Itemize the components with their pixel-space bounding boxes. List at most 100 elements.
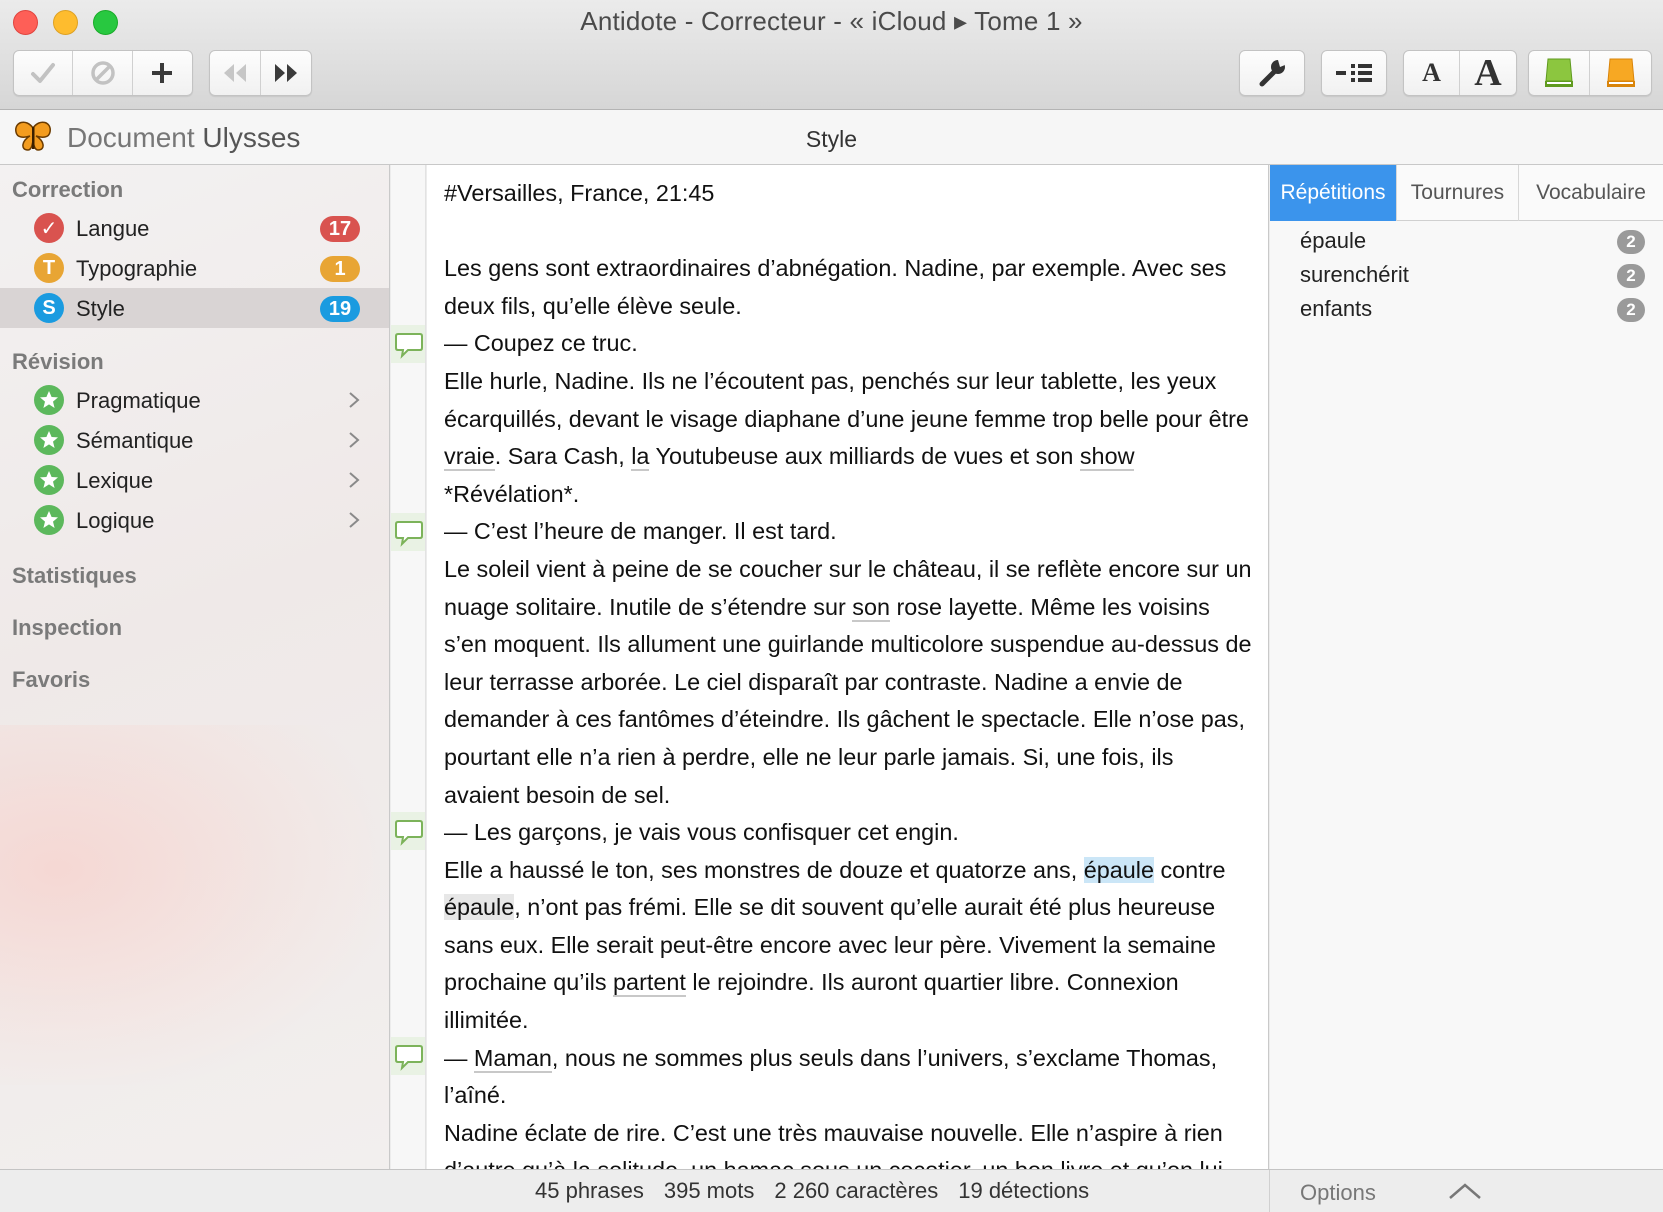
repetition-highlight-epaule[interactable]: épaule	[444, 894, 515, 921]
word-count: 395 mots	[663, 1178, 755, 1203]
sidebar-item-typographie[interactable]: T Typographie 1	[0, 248, 389, 288]
phrase-count: 45 phrases	[535, 1178, 644, 1203]
outline-group	[1321, 50, 1387, 96]
fast-forward-icon	[274, 64, 297, 82]
document-prefix: Document	[67, 122, 195, 153]
sidebar-item-style[interactable]: S Style 19	[0, 288, 389, 328]
sidebar-heading-favoris[interactable]: Favoris	[12, 667, 90, 693]
tab-vocabulaire[interactable]: Vocabulaire	[1519, 165, 1663, 221]
panel-tabs: Répétitions Tournures Vocabulaire	[1270, 165, 1663, 221]
list-item[interactable]: surenchérit 2	[1300, 259, 1650, 293]
paragraph: Le soleil vient à peine de se coucher su…	[444, 551, 1254, 814]
repetition-word: épaule	[1300, 228, 1367, 253]
star-icon	[34, 505, 64, 535]
correction-actions-group	[13, 50, 193, 96]
sidebar-heading-correction[interactable]: Correction	[12, 177, 123, 203]
star-icon	[34, 385, 64, 415]
font-large-icon: A	[1474, 52, 1502, 94]
paragraph: Elle hurle, Nadine. Ils ne l’écoutent pa…	[444, 363, 1254, 513]
document-text[interactable]: #Versailles, France, 21:45 Les gens sont…	[444, 175, 1254, 1169]
sidebar-item-semantique[interactable]: Sémantique	[0, 420, 389, 460]
chevron-up-icon[interactable]	[1448, 1182, 1482, 1200]
rewind-icon	[223, 64, 246, 82]
checkmark-icon: ✓	[34, 213, 64, 243]
tab-repetitions[interactable]: Répétitions	[1270, 165, 1397, 221]
font-smaller-button[interactable]: A	[1404, 51, 1460, 95]
guides-button[interactable]	[1590, 51, 1651, 95]
count-badge: 19	[320, 296, 360, 322]
list-item[interactable]: épaule 2	[1300, 225, 1650, 259]
font-size-group: A A	[1403, 50, 1517, 96]
speech-bubble-icon	[395, 820, 423, 846]
wrench-icon	[1259, 60, 1285, 87]
title-bar: Antidote - Correcteur - « iCloud ▸ Tome …	[0, 0, 1663, 110]
navigation-group	[209, 50, 312, 96]
butterfly-icon	[15, 121, 51, 151]
next-button[interactable]	[261, 51, 312, 95]
detection-la[interactable]: la	[631, 443, 650, 472]
sidebar-item-lexique[interactable]: Lexique	[0, 460, 389, 500]
text-segment: —	[444, 1044, 474, 1071]
sidebar-glow	[0, 725, 380, 1085]
ignore-button[interactable]	[73, 51, 133, 95]
paragraph: — C’est l’heure de manger. Il est tard.	[444, 518, 837, 545]
accept-button[interactable]	[14, 51, 74, 95]
plus-icon	[152, 63, 173, 83]
count-badge: 2	[1617, 230, 1645, 254]
settings-group	[1239, 50, 1305, 96]
outline-button[interactable]	[1322, 51, 1386, 95]
dictionary-green-icon	[1545, 58, 1573, 87]
star-icon	[34, 425, 64, 455]
outline-icon	[1336, 64, 1372, 82]
ignore-icon	[90, 61, 115, 85]
comment-marker[interactable]	[391, 812, 425, 850]
comment-marker[interactable]	[391, 1037, 425, 1075]
sidebar-item-pragmatique[interactable]: Pragmatique	[0, 380, 389, 420]
sidebar-item-langue[interactable]: ✓ Langue 17	[0, 208, 389, 248]
text-segment: rose layette. Même les voisins s’en moqu…	[444, 593, 1252, 808]
list-item[interactable]: enfants 2	[1300, 293, 1650, 327]
tab-tournures[interactable]: Tournures	[1397, 165, 1519, 221]
comment-marker[interactable]	[391, 325, 425, 363]
style-icon: S	[34, 293, 64, 323]
paragraph: — Coupez ce truc.	[444, 330, 638, 357]
sidebar-heading-statistiques[interactable]: Statistiques	[12, 563, 137, 589]
detection-son[interactable]: son	[852, 593, 891, 622]
add-button[interactable]	[133, 51, 192, 95]
window-title: Antidote - Correcteur - « iCloud ▸ Tome …	[580, 6, 1083, 36]
sidebar-item-label: Sémantique	[76, 428, 194, 453]
sidebar-item-logique[interactable]: Logique	[0, 500, 389, 540]
chevron-right-icon	[349, 472, 360, 488]
dictionaries-button[interactable]	[1529, 51, 1590, 95]
settings-button[interactable]	[1240, 51, 1304, 95]
document-heading: #Versailles, France, 21:45	[444, 180, 715, 206]
text-segment: . Sara Cash,	[494, 443, 632, 470]
sidebar-item-label: Lexique	[76, 468, 154, 493]
font-larger-button[interactable]: A	[1460, 51, 1516, 95]
sidebar-heading-revision[interactable]: Révision	[12, 349, 104, 375]
repetition-highlight-epaule[interactable]: épaule	[1083, 856, 1154, 883]
divider	[1269, 1170, 1270, 1212]
comment-marker[interactable]	[391, 513, 425, 551]
detection-partent[interactable]: partent	[613, 969, 686, 998]
detection-maman[interactable]: Maman	[473, 1044, 552, 1073]
repetitions-panel: Répétitions Tournures Vocabulaire épaule…	[1270, 165, 1663, 1169]
count-badge: 17	[320, 216, 360, 242]
repetition-word: surenchérit	[1300, 262, 1409, 287]
previous-button[interactable]	[210, 51, 261, 95]
paragraph: Les gens sont extraordinaires d’abnégati…	[444, 255, 1227, 319]
detection-vraie[interactable]: vraie	[444, 443, 495, 472]
options-button[interactable]: Options	[1300, 1180, 1376, 1206]
typography-icon: T	[34, 253, 64, 283]
document-text-pane[interactable]: #Versailles, France, 21:45 Les gens sont…	[427, 165, 1269, 1169]
document-name: Document Ulysses	[67, 122, 300, 154]
character-count: 2 260 caractères	[774, 1178, 939, 1203]
text-segment: Elle hurle, Nadine. Ils ne l’écoutent pa…	[444, 367, 1249, 432]
star-icon	[34, 465, 64, 495]
speech-bubble-icon	[395, 333, 423, 359]
detection-show[interactable]: show	[1079, 443, 1135, 472]
detection-count: 19 détections	[958, 1178, 1090, 1203]
document-app-name: Ulysses	[202, 122, 301, 153]
sidebar-heading-inspection[interactable]: Inspection	[12, 615, 122, 641]
